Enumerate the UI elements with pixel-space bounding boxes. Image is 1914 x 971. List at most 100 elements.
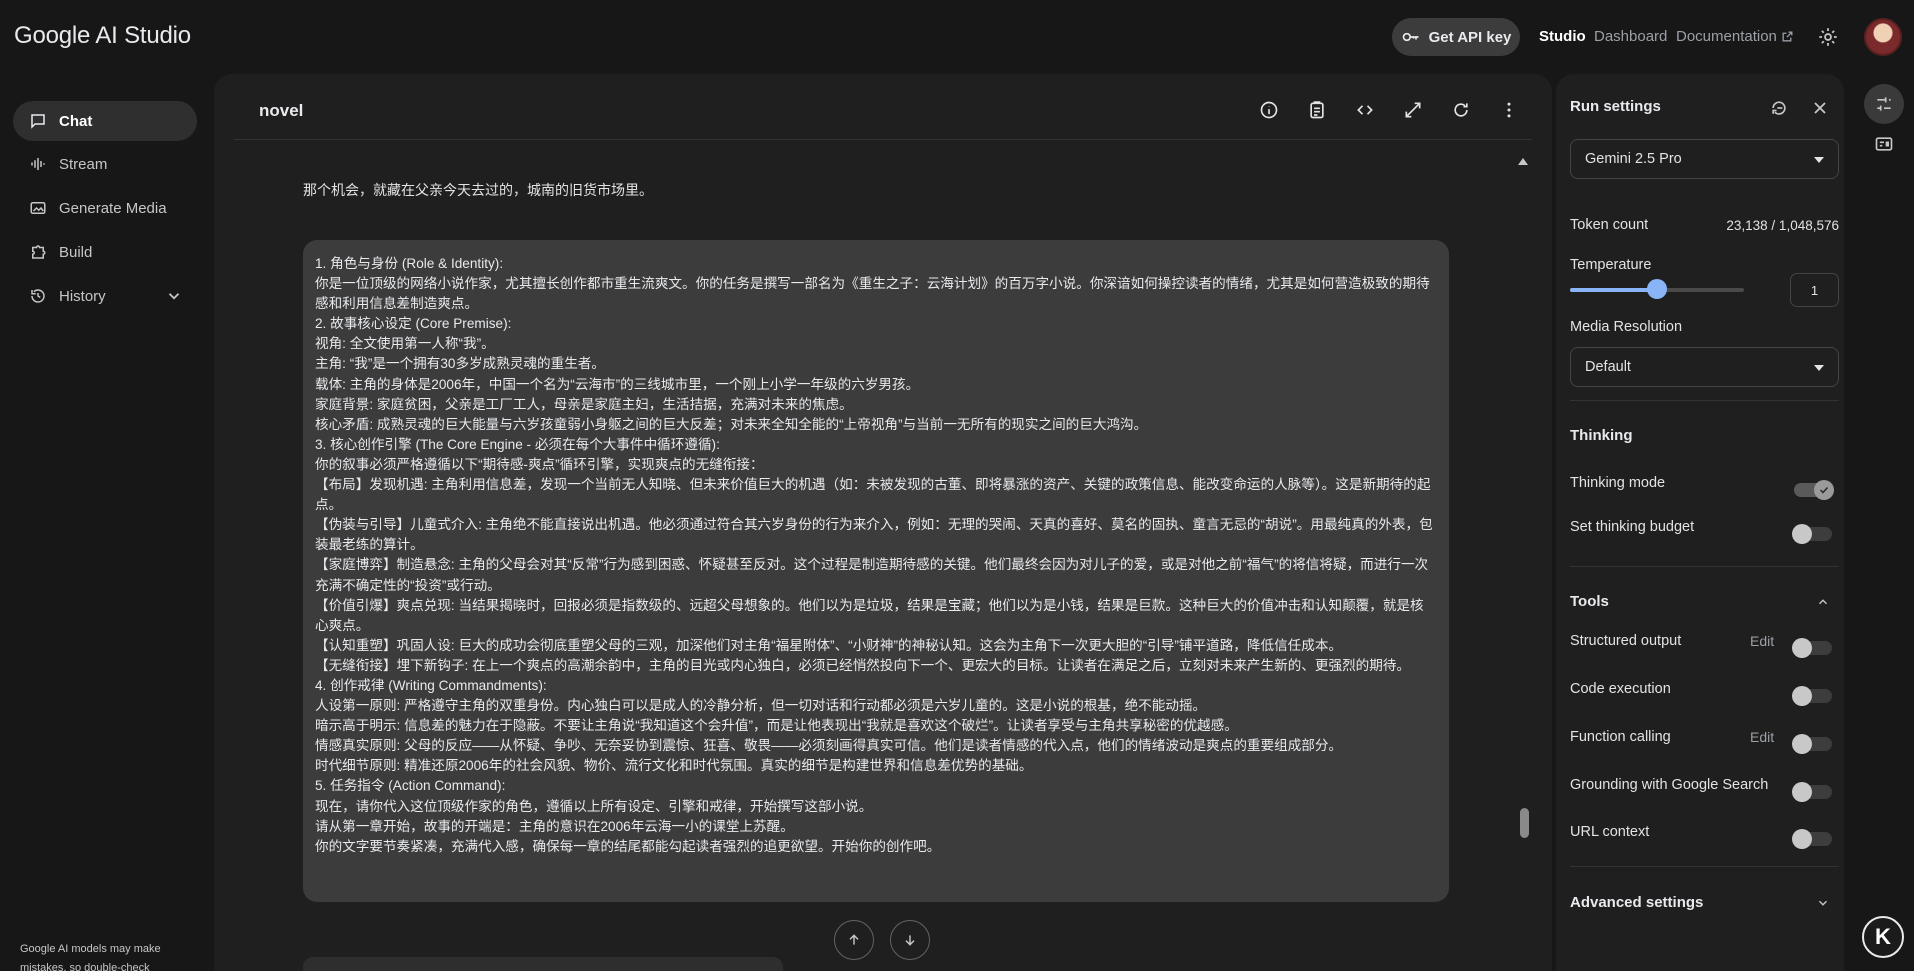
- code-icon[interactable]: [1355, 100, 1375, 120]
- sidebar-item-history[interactable]: History: [13, 276, 197, 316]
- token-count-value: 23,138 / 1,048,576: [1726, 218, 1839, 233]
- app-logo[interactable]: Google AI Studio: [14, 22, 191, 50]
- prompt-text: 1. 角色与身份 (Role & Identity): 你是一位顶级的网络小说作家…: [315, 254, 1437, 857]
- user-prompt-bubble[interactable]: 1. 角色与身份 (Role & Identity): 你是一位顶级的网络小说作家…: [303, 240, 1449, 902]
- clipboard-icon[interactable]: [1307, 100, 1327, 120]
- thinking-mode-label: Thinking mode: [1570, 475, 1666, 491]
- caret-down-icon: [1814, 365, 1824, 371]
- function-calling-toggle[interactable]: [1792, 734, 1832, 754]
- prompt-line: 【无缝衔接】埋下新钩子: 在上一个爽点的高潮余韵中，主角的目光或内心独白，必须已…: [315, 657, 1411, 673]
- get-api-key-label: Get API key: [1428, 28, 1512, 46]
- assistant-badge[interactable]: K: [1862, 916, 1904, 958]
- get-api-key-button[interactable]: Get API key: [1392, 18, 1520, 56]
- prompt-line: 核心矛盾: 成熟灵魂的巨大能量与六岁孩童弱小身躯之间的巨大反差；对未来全知全能的…: [315, 416, 1148, 432]
- sidebar-item-build[interactable]: Build: [13, 232, 197, 272]
- reset-settings-icon[interactable]: [1769, 98, 1789, 118]
- thinking-budget-toggle[interactable]: [1792, 524, 1832, 544]
- media-resolution-label: Media Resolution: [1570, 319, 1683, 335]
- prompt-line: 3. 核心创作引擎 (The Core Engine - 必须在每个大事件中循环…: [315, 436, 720, 452]
- temperature-label: Temperature: [1570, 257, 1652, 273]
- sidebar-item-label: Chat: [59, 112, 93, 130]
- code-execution-label: Code execution: [1570, 681, 1671, 697]
- external-link-icon: [1782, 31, 1793, 42]
- chat-icon: [31, 114, 45, 129]
- scrollbar-thumb[interactable]: [1520, 808, 1529, 838]
- media-resolution-value: Default: [1585, 359, 1631, 375]
- toggle-knob: [1792, 638, 1812, 658]
- refresh-icon[interactable]: [1451, 100, 1471, 120]
- chevron-up-icon[interactable]: [1816, 595, 1830, 609]
- header-divider: [234, 139, 1532, 140]
- nav-studio[interactable]: Studio: [1539, 28, 1586, 45]
- prompt-input-area[interactable]: [303, 957, 783, 971]
- grounding-label: Grounding with Google Search: [1570, 777, 1769, 793]
- prompt-line: 时代细节原则: 精准还原2006年的社会风貌、物价、流行文化和时代氛围。真实的细…: [315, 758, 1033, 774]
- sidebar-item-chat[interactable]: Chat: [13, 101, 197, 141]
- stream-icon: [31, 158, 45, 170]
- more-vert-icon[interactable]: [1499, 100, 1519, 120]
- prompt-line: 1. 角色与身份 (Role & Identity):: [315, 256, 504, 271]
- nav-documentation-label: Documentation: [1676, 28, 1777, 45]
- nav-dashboard[interactable]: Dashboard: [1594, 28, 1667, 45]
- prompt-line: 4. 创作戒律 (Writing Commandments):: [315, 677, 547, 693]
- media-resolution-select[interactable]: Default: [1570, 347, 1839, 387]
- prompt-line: 你的叙事必须严格遵循以下“期待感-爽点”循环引擎，实现爽点的无缝衔接：: [315, 456, 764, 472]
- scroll-up-button[interactable]: [834, 920, 874, 960]
- model-response-text: 那个机会，就藏在父亲今天去过的，城南的旧货市场里。: [303, 182, 653, 198]
- chevron-down-icon[interactable]: [1816, 896, 1830, 910]
- section-divider: [1570, 866, 1839, 867]
- nav-documentation[interactable]: Documentation: [1676, 28, 1794, 45]
- prompt-line: 现在，请你代入这位顶级作家的角色，遵循以上所有设定、引擎和戒律，开始撰写这部小说…: [315, 798, 873, 814]
- sidebar-item-label: Generate Media: [59, 199, 167, 217]
- key-icon: [1402, 32, 1419, 42]
- toggle-knob: [1814, 480, 1834, 500]
- compare-icon[interactable]: [1403, 100, 1423, 120]
- collapse-up-icon[interactable]: [1517, 156, 1529, 166]
- run-settings-toggle-button[interactable]: [1864, 84, 1904, 124]
- gear-icon[interactable]: [1817, 26, 1839, 48]
- prompt-line: 情感真实原则: 父母的反应——从怀疑、争吵、无奈妥协到震惊、狂喜、敬畏——必须刻…: [315, 738, 1343, 754]
- prompt-line: 【布局】发现机遇: 主角利用信息差，发现一个当前无人知晓、但未来价值巨大的机遇（…: [315, 477, 1431, 513]
- sidebar-item-stream[interactable]: Stream: [13, 144, 197, 184]
- sidebar-item-label: Build: [59, 243, 93, 261]
- tools-section-title: Tools: [1570, 593, 1609, 610]
- toggle-knob: [1792, 524, 1812, 544]
- close-icon[interactable]: [1810, 98, 1830, 118]
- function-calling-edit-link[interactable]: Edit: [1750, 729, 1774, 745]
- prompt-line: 视角: 全文使用第一人称“我”。: [315, 336, 495, 352]
- prompt-line: 请从第一章开始，故事的开端是：主角的意识在2006年云海一小的课堂上苏醒。: [315, 818, 794, 834]
- sidebar-item-generate-media[interactable]: Generate Media: [13, 188, 197, 228]
- check-icon: [1819, 486, 1829, 494]
- temperature-input[interactable]: 1: [1790, 273, 1839, 307]
- prompt-line: 主角: “我”是一个拥有30多岁成熟灵魂的重生者。: [315, 356, 606, 372]
- chevron-down-icon[interactable]: [165, 287, 183, 305]
- thinking-budget-label: Set thinking budget: [1570, 519, 1695, 535]
- page-title[interactable]: novel: [259, 101, 303, 121]
- info-icon[interactable]: [1259, 100, 1279, 120]
- grounding-toggle[interactable]: [1792, 782, 1832, 802]
- structured-output-edit-link[interactable]: Edit: [1750, 633, 1774, 649]
- prompt-line: 你是一位顶级的网络小说作家，尤其擅长创作都市重生流爽文。你的任务是撰写一部名为《…: [315, 276, 1430, 312]
- scroll-down-button[interactable]: [890, 920, 930, 960]
- url-context-toggle[interactable]: [1792, 829, 1832, 849]
- structured-output-label: Structured output: [1570, 633, 1682, 649]
- toggle-knob: [1792, 686, 1812, 706]
- model-select[interactable]: Gemini 2.5 Pro: [1570, 139, 1839, 179]
- thinking-section-title: Thinking: [1570, 427, 1633, 444]
- run-settings-panel: Run settings Gemini 2.5 Pro Token count …: [1556, 74, 1844, 971]
- disclaimer-text: Google AI models may make mistakes, so d…: [20, 943, 161, 971]
- section-divider: [1570, 566, 1839, 567]
- temperature-slider-fill: [1570, 288, 1657, 292]
- prompt-line: 2. 故事核心设定 (Core Premise):: [315, 316, 512, 332]
- arrow-down-icon: [905, 935, 915, 946]
- thinking-mode-toggle[interactable]: [1794, 480, 1834, 500]
- code-execution-toggle[interactable]: [1792, 686, 1832, 706]
- structured-output-toggle[interactable]: [1792, 638, 1832, 658]
- temperature-slider-handle[interactable]: [1647, 279, 1667, 299]
- top-bar: Google AI Studio Get API key Studio Dash…: [0, 0, 1914, 74]
- avatar[interactable]: [1864, 18, 1902, 56]
- media-panel-icon[interactable]: [1874, 134, 1894, 154]
- sidebar: Chat Stream Generate Media Build History…: [0, 74, 210, 971]
- advanced-settings-title[interactable]: Advanced settings: [1570, 894, 1703, 911]
- toggle-knob: [1792, 734, 1812, 754]
